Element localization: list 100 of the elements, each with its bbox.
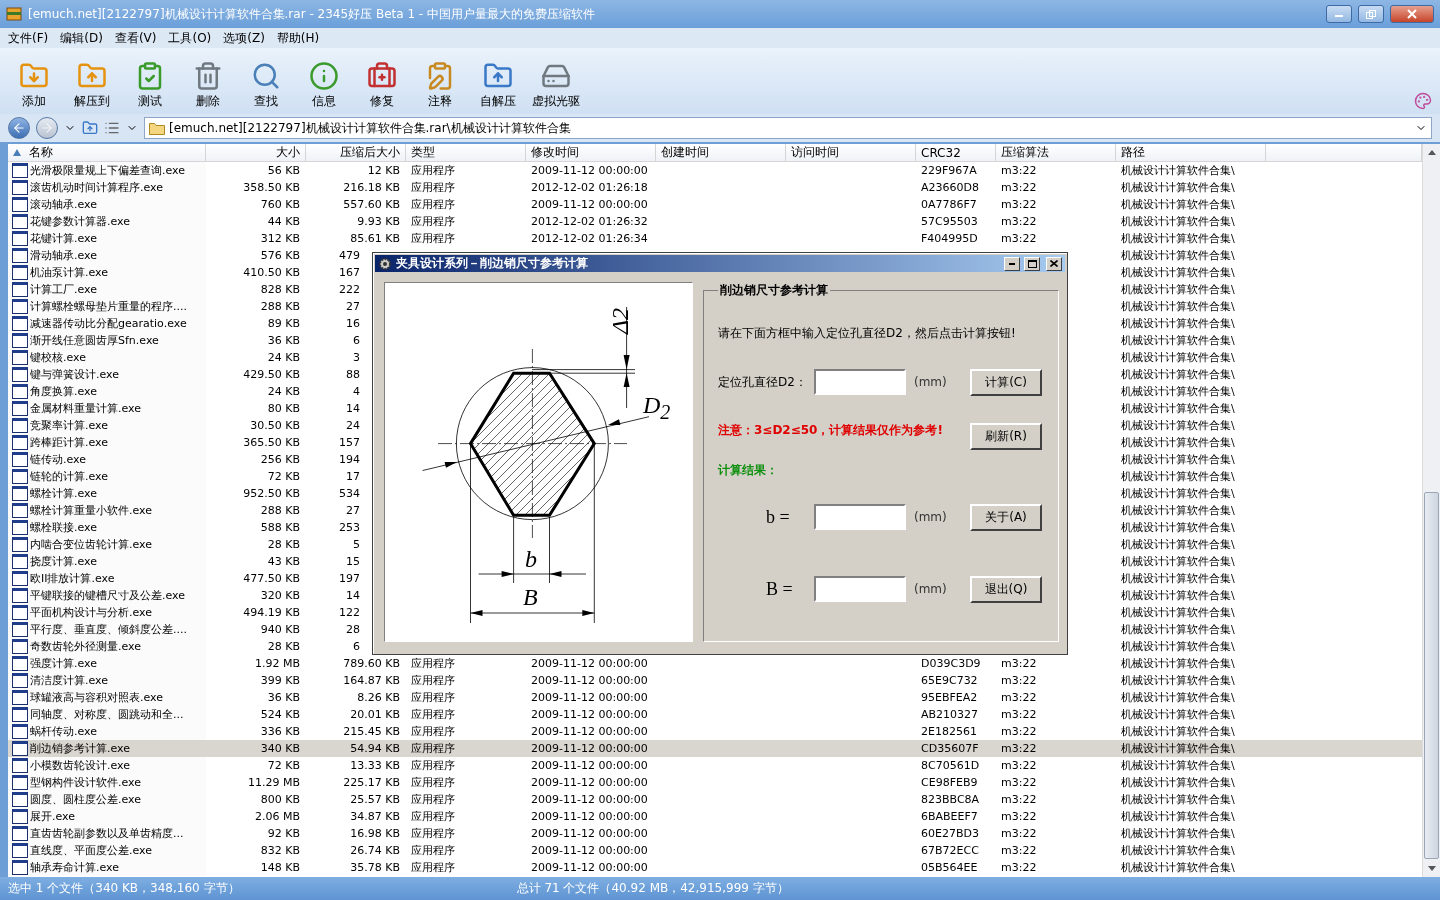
table-cell-text: 2012-12-02 01:26:18 <box>530 180 649 196</box>
table-cell-text: 429.50 KB <box>242 367 301 383</box>
table-cell-text: 应用程序 <box>410 826 456 842</box>
table-cell-text: m3:22 <box>1000 860 1038 876</box>
table-cell-text: 288 KB <box>259 503 301 519</box>
status-text: 选中 1 个文件（340 KB，348,160 字节） <box>8 880 241 897</box>
table-cell-text: 576 KB <box>259 248 301 264</box>
file-name: 螺栓计算.exe <box>30 486 97 501</box>
table-cell-text: 122 <box>338 605 361 621</box>
table-cell-text: 应用程序 <box>410 724 456 740</box>
table-cell-text: 2009-11-12 00:00:00 <box>530 656 649 672</box>
table-cell-text: 67B72ECC <box>920 843 980 859</box>
table-cell-text: 312 KB <box>259 231 301 247</box>
table-cell-text: m3:22 <box>1000 775 1038 791</box>
table-cell-text: m3:22 <box>1000 809 1038 825</box>
table-cell-text: 336 KB <box>259 724 301 740</box>
table-cell-text: 应用程序 <box>410 741 456 757</box>
table-cell-text: 256 KB <box>259 452 301 468</box>
file-name: 球罐液高与容积对照表.exe <box>30 690 163 705</box>
table-cell-text: 2009-11-12 00:00:00 <box>530 163 649 179</box>
table-cell-text: 27 <box>345 503 361 519</box>
table-cell-text: 2009-11-12 00:00:00 <box>530 860 649 876</box>
table-cell-text: 399 KB <box>259 673 301 689</box>
file-name: 平行度、垂直度、倾斜度公差.... <box>30 622 187 637</box>
table-cell-text: 机械设计计算软件合集\ <box>1120 299 1236 315</box>
table-cell-text: 机械设计计算软件合集\ <box>1120 741 1236 757</box>
table-cell-text: 65E9C732 <box>920 673 979 689</box>
table-cell-text: 2009-11-12 00:00:00 <box>530 690 649 706</box>
table-cell-text: 28 KB <box>266 537 301 553</box>
table-cell-text: 机械设计计算软件合集\ <box>1120 214 1236 230</box>
table-cell-text: 2009-11-12 00:00:00 <box>530 792 649 808</box>
table-cell-text: m3:22 <box>1000 843 1038 859</box>
table-cell-text: 253 <box>338 520 361 536</box>
table-cell-text: 194 <box>338 452 361 468</box>
table-cell-text: 2009-11-12 00:00:00 <box>530 707 649 723</box>
table-cell-text: 35.78 KB <box>349 860 401 876</box>
file-name: 滚动轴承.exe <box>30 197 97 212</box>
unit-label: (mm) <box>913 375 948 389</box>
table-cell-text: 95EBFEA2 <box>920 690 979 706</box>
file-name: 光滑极限量规上下偏差查询.exe <box>30 163 185 178</box>
table-cell-text: 9.93 KB <box>356 214 401 230</box>
table-cell-text: 应用程序 <box>410 180 456 196</box>
table-cell-text: 应用程序 <box>410 860 456 876</box>
file-name: 直齿齿轮副参数以及单齿精度... <box>30 826 184 841</box>
file-name: 金属材料重量计算.exe <box>30 401 141 416</box>
table-cell-text: 823BBC8A <box>920 792 981 808</box>
table-cell-text: 2009-11-12 00:00:00 <box>530 826 649 842</box>
table-cell-text: 534 <box>338 486 361 502</box>
table-cell-text: 28 KB <box>266 639 301 655</box>
table-cell-text: 机械设计计算软件合集\ <box>1120 452 1236 468</box>
table-cell-text: m3:22 <box>1000 656 1038 672</box>
table-cell-text: 358.50 KB <box>242 180 301 196</box>
table-cell-text: 43 KB <box>266 554 301 570</box>
table-cell-text: 410.50 KB <box>242 265 301 281</box>
file-name: 花键参数计算器.exe <box>30 214 130 229</box>
table-cell-text: 机械设计计算软件合集\ <box>1120 707 1236 723</box>
table-cell-text: 机械设计计算软件合集\ <box>1120 758 1236 774</box>
file-name: 奇数齿轮外径测量.exe <box>30 639 141 654</box>
window-title: [emuch.net][2122797]机械设计计算软件合集.rar - 2345好压 Beta 1 - 中国用户量最大的免费压缩软件 <box>28 5 596 23</box>
file-name: 展开.exe <box>30 809 75 824</box>
table-cell-text: 56 KB <box>266 163 301 179</box>
table-cell-text: 952.50 KB <box>242 486 301 502</box>
table-cell-text: 机械设计计算软件合集\ <box>1120 826 1236 842</box>
table-cell-text: 应用程序 <box>410 197 456 213</box>
table-cell-text: 215.45 KB <box>342 724 401 740</box>
table-cell-text: 28 <box>345 622 361 638</box>
table-cell-text: 34.87 KB <box>349 809 401 825</box>
table-cell-text: 机械设计计算软件合集\ <box>1120 639 1236 655</box>
file-name: 圆度、圆柱度公差.exe <box>30 792 141 807</box>
file-name: 挠度计算.exe <box>30 554 97 569</box>
table-cell-text: 365.50 KB <box>242 435 301 451</box>
result-heading: 计算结果： <box>718 462 779 479</box>
file-name: 型钢构件设计软件.exe <box>30 775 141 790</box>
table-cell-text: 应用程序 <box>410 690 456 706</box>
table-cell-text: 机械设计计算软件合集\ <box>1120 605 1236 621</box>
warning-text: 注意：3≤D2≤50，计算结果仅作为参考! <box>718 422 943 439</box>
table-cell-text: m3:22 <box>1000 758 1038 774</box>
file-name: 滚齿机动时间计算程序.exe <box>30 180 163 195</box>
table-cell-text: 机械设计计算软件合集\ <box>1120 163 1236 179</box>
file-name: 计算工厂.exe <box>30 282 97 297</box>
table-cell-text: 832 KB <box>259 843 301 859</box>
table-cell-text: 机械设计计算软件合集\ <box>1120 537 1236 553</box>
status-text: 总计 71 个文件（40.92 MB，42,915,999 字节） <box>516 880 790 897</box>
table-cell-text: 0A7786F7 <box>920 197 978 213</box>
file-name: 同轴度、对称度、圆跳动和全... <box>30 707 184 722</box>
field-label: 定位孔直径D2： <box>718 373 808 391</box>
table-cell-text: 25.57 KB <box>349 792 401 808</box>
table-cell-text: 80 KB <box>266 401 301 417</box>
group-title: 削边销尺寸参考计算 <box>719 282 829 299</box>
table-cell-text: m3:22 <box>1000 707 1038 723</box>
dialog-title: 夹具设计系列－削边销尺寸参考计算 <box>396 255 589 272</box>
diagram-label: b <box>525 547 537 571</box>
table-cell-text: 机械设计计算软件合集\ <box>1120 520 1236 536</box>
table-cell-text: A23660D8 <box>920 180 980 196</box>
table-cell-text: 340 KB <box>259 741 301 757</box>
table-cell-text: 机械设计计算软件合集\ <box>1120 809 1236 825</box>
file-name: 轴承寿命计算.exe <box>30 860 119 875</box>
table-cell-text: 2009-11-12 00:00:00 <box>530 673 649 689</box>
file-name: 削边销参考计算.exe <box>30 741 130 756</box>
table-cell-text: 机械设计计算软件合集\ <box>1120 367 1236 383</box>
